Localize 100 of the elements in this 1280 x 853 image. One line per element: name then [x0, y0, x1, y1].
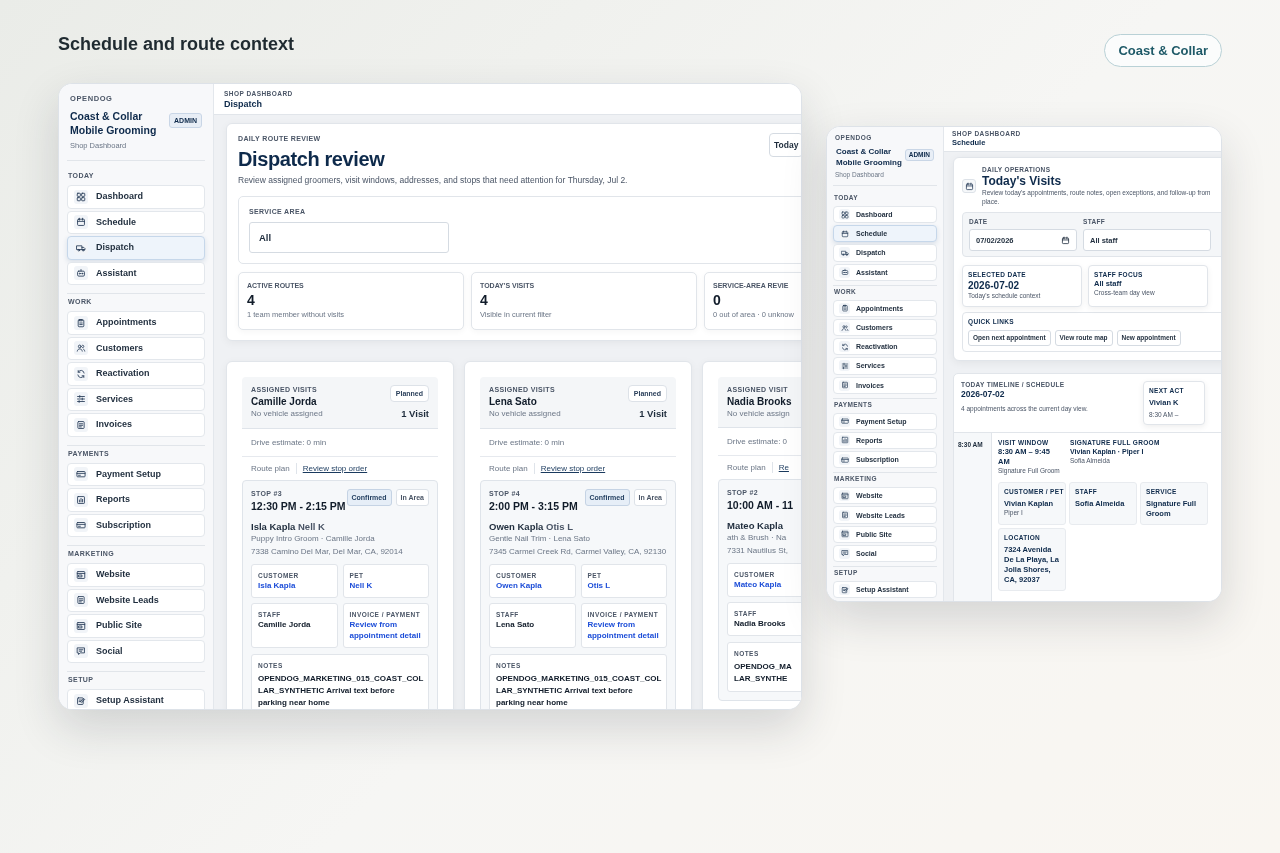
route-label: Route plan [489, 463, 535, 474]
document-icon [839, 509, 850, 521]
sliders-icon [839, 360, 850, 372]
grid-icon [74, 189, 88, 204]
today-button[interactable]: Today [769, 133, 801, 157]
document-icon [74, 593, 88, 608]
detail-link[interactable]: Nell K [349, 580, 422, 591]
vehicle-note: No vehicle assigned [489, 408, 561, 419]
sidebar-item[interactable]: Customers [67, 336, 205, 360]
detail-link[interactable]: Mateo Kapla [734, 579, 801, 590]
card-icon [74, 467, 88, 482]
edit-icon [74, 693, 88, 708]
sidebar-item[interactable]: Reports [67, 488, 205, 512]
stat-value: 4 [480, 291, 489, 309]
sidebar-item[interactable]: Payment Setup [67, 462, 205, 486]
document-icon [839, 379, 850, 391]
refresh-icon [839, 341, 850, 353]
calendar-icon[interactable] [1061, 235, 1070, 245]
sidebar-item[interactable]: Reactivation [67, 362, 205, 386]
grid-icon [839, 209, 850, 221]
stat-value: 0 [713, 291, 722, 309]
sliders-icon [74, 392, 88, 407]
drive-estimate: Drive estimate: 0 min [480, 429, 676, 457]
page-title: Today's Visits [982, 174, 1063, 189]
visit-count: 1 Visit [639, 408, 667, 420]
detail-link[interactable]: Review from appointment detail [349, 619, 422, 641]
truck-icon [839, 247, 850, 259]
chart-icon [74, 492, 88, 507]
staff-name: Nadia Brooks [727, 395, 792, 408]
users-icon [839, 322, 850, 334]
route-label: Route plan [251, 463, 297, 474]
vehicle-note: No vehicle assigned [251, 408, 323, 419]
card-icon [839, 415, 850, 427]
vehicle-note: No vehicle assign [727, 408, 791, 419]
client-and-pet: Owen Kapla Otis L [489, 520, 574, 533]
review-link[interactable]: Re [778, 462, 789, 473]
address: 7345 Carmel Creek Rd, Carmel Valley, CA, 92130 [489, 545, 667, 558]
detail-link[interactable]: Review from appointment detail [587, 619, 660, 641]
service-area-select[interactable]: All [249, 222, 449, 253]
summary-value: 2026-07-02 [968, 279, 1021, 292]
time-window: 12:30 PM - 2:15 PM [251, 499, 346, 513]
review-link[interactable]: Review stop order [540, 463, 606, 474]
browser-icon [74, 618, 88, 633]
chart-icon [839, 434, 850, 446]
detail-link[interactable]: Otis L [587, 580, 660, 591]
document-icon [74, 417, 88, 432]
chat-icon [74, 644, 88, 659]
service-line: Gentle Nail Trim · Lena Sato [489, 533, 591, 545]
review-link[interactable]: Review stop order [302, 463, 368, 474]
time-window: 10:00 AM - 11 [727, 498, 794, 512]
sidebar-item[interactable]: Social [67, 639, 205, 663]
sidebar-item[interactable]: Public Site [67, 614, 205, 638]
browser-icon [839, 490, 850, 502]
browser-icon [839, 528, 850, 540]
shop-name: Coast & Collar Mobile Grooming [836, 146, 903, 168]
chat-icon [839, 547, 850, 559]
page-heading: Dispatch [224, 98, 263, 110]
edit-icon [839, 584, 850, 596]
sidebar-item[interactable]: Setup Assistant [67, 689, 205, 709]
service-line: ath & Brush · Na [727, 532, 788, 544]
notes-text: OPENDOG_MA LAR_SYNTHE [734, 661, 793, 685]
page-title: Schedule and route context [58, 33, 295, 55]
sidebar-item[interactable]: Subscription [67, 513, 205, 537]
client-and-pet: Isla Kapla Nell K [251, 520, 326, 533]
notes-text: OPENDOG_MARKETING_015_COAST_COL LAR_SYNTHETIC Arrival text before parking near home [258, 673, 422, 709]
address: 7338 Camino Del Mar, Del Mar, CA, 92014 [251, 545, 404, 558]
time-window: 2:00 PM - 3:15 PM [489, 499, 578, 513]
detail-link[interactable]: Isla Kapla [258, 580, 331, 591]
card-icon [839, 454, 850, 466]
brand-pill: Coast & Collar [1104, 34, 1222, 67]
sidebar-item[interactable]: Services [67, 387, 205, 411]
clipboard-icon [74, 315, 88, 330]
drive-estimate: Drive estimate: 0 min [242, 429, 438, 457]
sidebar-item[interactable]: Website Leads [67, 588, 205, 612]
calendar-icon [74, 215, 88, 230]
calendar-icon [962, 179, 976, 193]
browser-icon [74, 567, 88, 582]
sidebar-item[interactable]: Dispatch [67, 236, 205, 260]
sidebar-item[interactable]: Invoices [67, 413, 205, 437]
detail-link[interactable]: Owen Kapla [496, 580, 569, 591]
sidebar-item[interactable]: Schedule [67, 210, 205, 234]
users-icon [74, 341, 88, 356]
description: Review assigned groomers, visit windows, addresses, and stops that need attention for Thursday, Jul 2. [238, 174, 628, 186]
robot-icon [74, 266, 88, 281]
visit-count: 1 Visit [401, 408, 429, 420]
sidebar-item[interactable]: Dashboard [67, 185, 205, 209]
page-title: Dispatch review [238, 147, 386, 171]
route-label: Route plan [727, 462, 773, 473]
sidebar-item[interactable]: Appointments [67, 311, 205, 335]
client-and-pet: Mateo Kapla [727, 519, 784, 532]
sidebar-item[interactable]: Assistant [67, 261, 205, 285]
sidebar-item[interactable]: Website [67, 563, 205, 587]
shop-name: Coast & Collar Mobile Grooming [70, 109, 158, 137]
timeline-date: 2026-07-02 [961, 388, 1006, 400]
service-line: Puppy Intro Groom · Camille Jorda [251, 533, 376, 545]
clipboard-icon [839, 302, 850, 314]
calendar-icon [839, 228, 850, 240]
stat-value: 4 [247, 291, 256, 309]
card-icon [74, 518, 88, 533]
detail-value: Nadia Brooks [734, 618, 787, 629]
